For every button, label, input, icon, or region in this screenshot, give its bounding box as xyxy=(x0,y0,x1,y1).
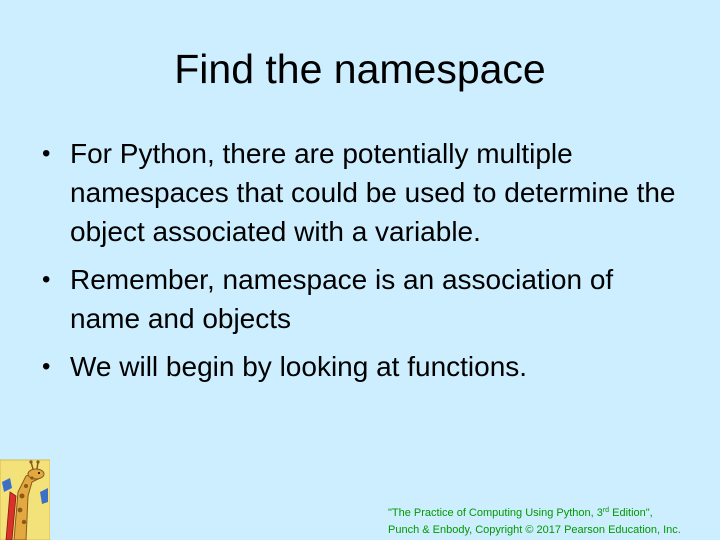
bullet-marker: • xyxy=(42,266,51,293)
footer-line-1: "The Practice of Computing Using Python,… xyxy=(388,505,718,522)
giraffe-logo-icon xyxy=(0,459,50,540)
bullet-text: For Python, there are potentially multip… xyxy=(70,138,676,247)
footer-line-2: Punch & Enbody, Copyright © 2017 Pearson… xyxy=(388,524,681,536)
copyright-footer: "The Practice of Computing Using Python,… xyxy=(388,505,718,539)
bullet-marker: • xyxy=(42,140,51,167)
bullet-item: • For Python, there are potentially mult… xyxy=(42,134,682,251)
bullet-item: • Remember, namespace is an association … xyxy=(42,260,682,338)
bullet-text: We will begin by looking at functions. xyxy=(70,351,528,382)
footer-book-title: "The Practice of Computing Using Python,… xyxy=(388,507,603,519)
bullet-marker: • xyxy=(42,353,51,380)
bullet-item: • We will begin by looking at functions. xyxy=(42,347,682,386)
bullet-text: Remember, namespace is an association of… xyxy=(70,264,614,334)
slide: Find the namespace • For Python, there a… xyxy=(0,0,720,540)
slide-title: Find the namespace xyxy=(174,46,546,92)
bullet-list: • For Python, there are potentially mult… xyxy=(42,134,682,395)
footer-edition-text: Edition", xyxy=(609,507,653,519)
